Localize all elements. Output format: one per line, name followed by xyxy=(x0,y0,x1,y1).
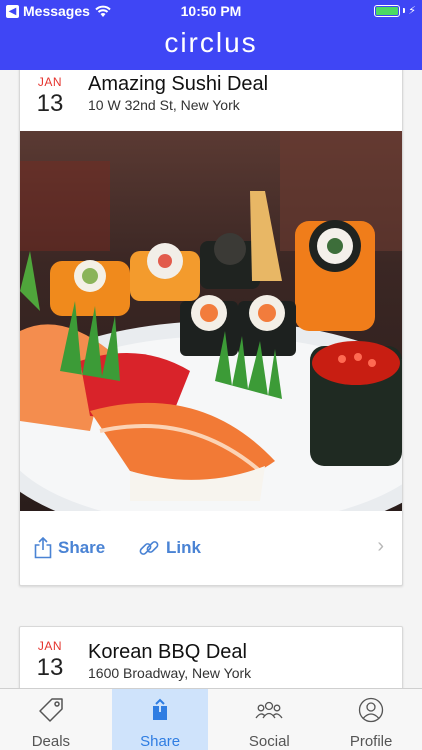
tab-bar: Deals Share Social Profile xyxy=(0,688,422,750)
tab-label: Share xyxy=(140,733,181,750)
share-icon xyxy=(153,698,168,720)
deal-title: Amazing Sushi Deal xyxy=(88,73,269,95)
deal-address: 10 W 32nd St, New York xyxy=(88,97,240,113)
tab-deals[interactable]: Deals xyxy=(0,689,102,750)
link-icon xyxy=(139,541,159,555)
deal-month: JAN xyxy=(37,75,63,89)
person-icon xyxy=(358,697,384,723)
status-bar: ◀ Messages 10:50 PM ⚡ xyxy=(0,0,422,22)
charging-icon: ⚡ xyxy=(408,5,416,17)
chevron-right-icon[interactable]: › xyxy=(377,535,384,558)
share-button[interactable]: Share xyxy=(34,537,105,559)
deal-title: Korean BBQ Deal xyxy=(88,641,247,663)
deal-day: 13 xyxy=(36,654,64,681)
tab-label: Deals xyxy=(31,733,71,750)
group-icon xyxy=(255,701,283,719)
deal-feed[interactable]: JAN 13 Amazing Sushi Deal 10 W 32nd St, … xyxy=(0,70,422,688)
battery-tip xyxy=(403,8,406,13)
tab-label: Social xyxy=(248,733,290,750)
status-time: 10:50 PM xyxy=(180,3,242,19)
share-label: Share xyxy=(58,538,106,557)
nav-bar: circlus xyxy=(0,22,422,70)
deal-day: 13 xyxy=(36,90,64,117)
deal-address: 1600 Broadway, New York xyxy=(88,665,252,681)
battery-icon xyxy=(374,4,401,17)
tab-share[interactable]: Share xyxy=(111,689,209,750)
tab-label: Profile xyxy=(349,733,393,750)
brand-logo: circlus xyxy=(164,27,258,58)
link-button[interactable]: Link xyxy=(138,537,201,559)
sushi-photo[interactable] xyxy=(20,131,402,511)
tag-icon xyxy=(39,698,63,722)
tab-social[interactable]: Social xyxy=(218,689,320,750)
deal-card[interactable]: JAN 13 Korean BBQ Deal 1600 Broadway, Ne… xyxy=(19,626,403,688)
link-label: Link xyxy=(166,538,201,557)
tab-profile[interactable]: Profile xyxy=(320,689,422,750)
deal-date: JAN 13 xyxy=(28,639,72,682)
deal-date: JAN 13 xyxy=(28,75,72,118)
deal-card[interactable]: JAN 13 Amazing Sushi Deal 10 W 32nd St, … xyxy=(19,70,403,586)
status-right: ⚡ xyxy=(374,4,416,17)
deal-month: JAN xyxy=(37,639,63,653)
deal-actions: Share Link › xyxy=(20,511,402,585)
share-icon xyxy=(34,537,52,559)
